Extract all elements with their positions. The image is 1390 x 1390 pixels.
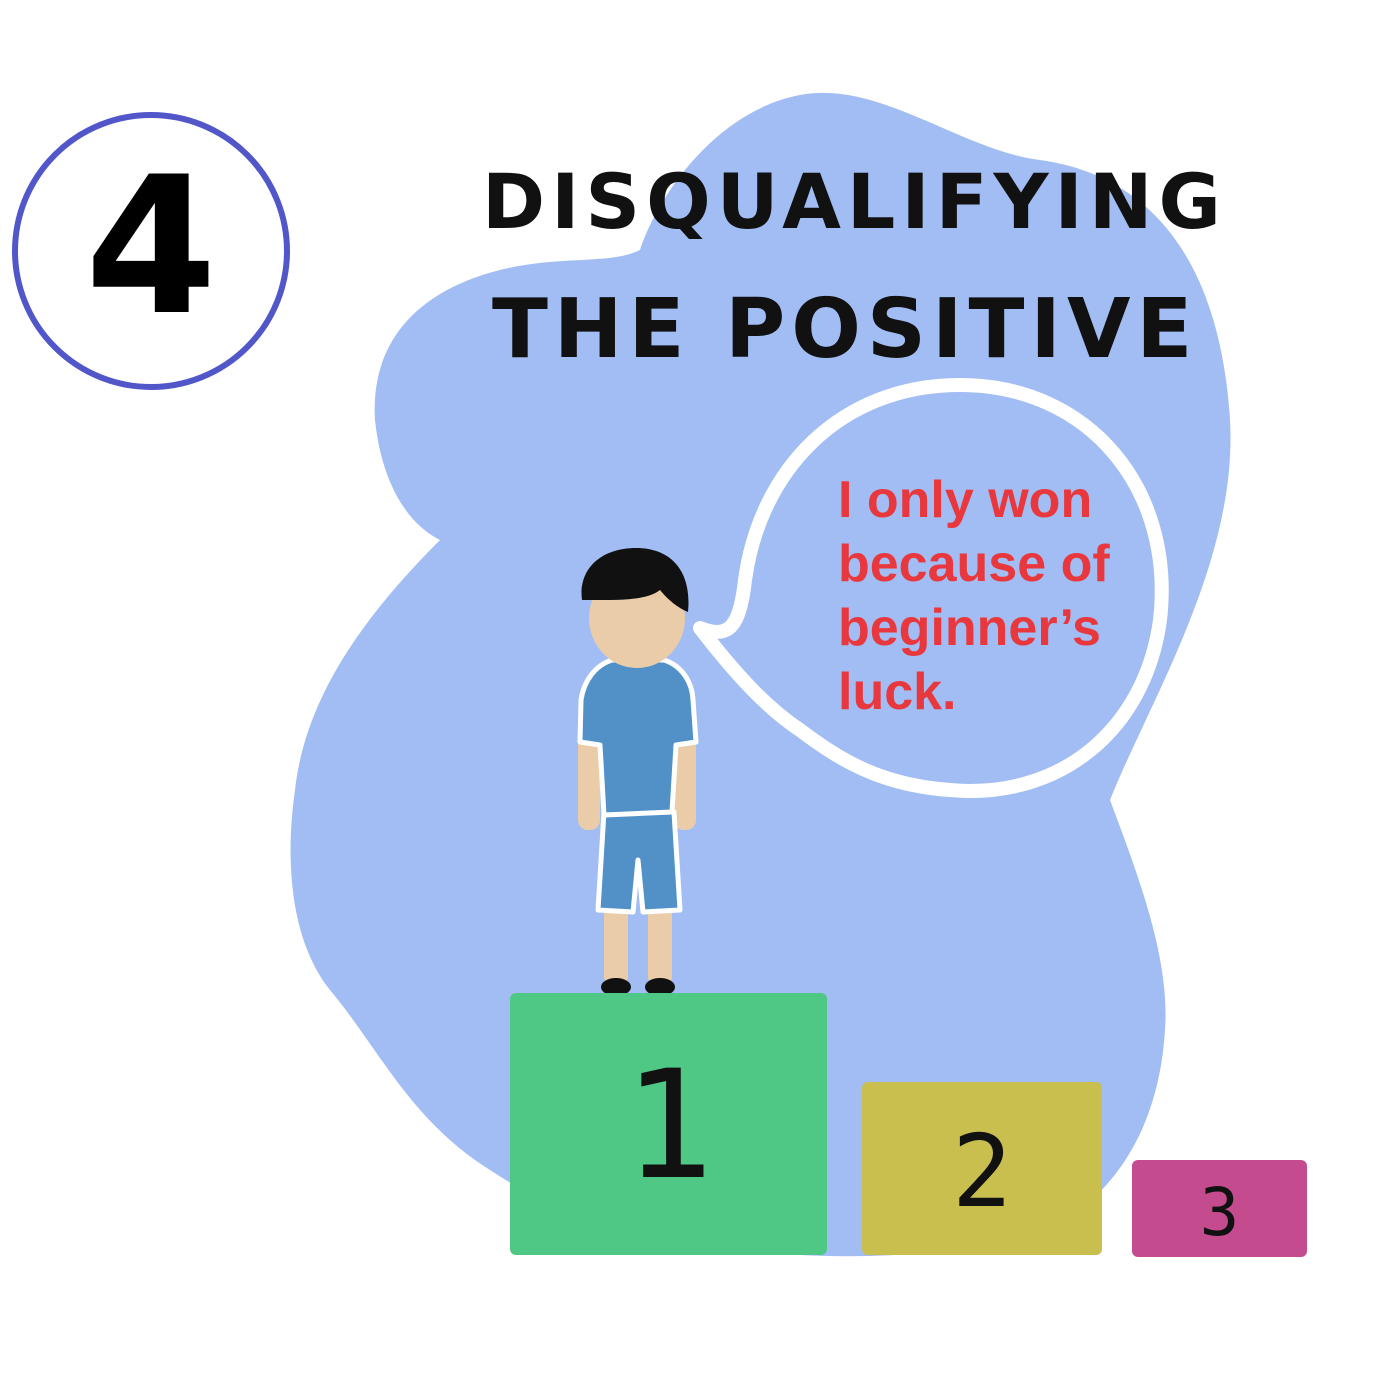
podium-second-label: 2 — [951, 1113, 1013, 1230]
shorts — [595, 809, 683, 915]
left-arm — [578, 735, 600, 830]
podium-third: 3 — [1132, 1160, 1307, 1257]
podium-second: 2 — [862, 1082, 1102, 1255]
illustration-canvas: 4 DISQUALIFYING THE POSITIVE I only won … — [0, 0, 1390, 1390]
podium-first-label: 1 — [623, 1039, 714, 1213]
podium-third-label: 3 — [1199, 1174, 1240, 1251]
podium-first: 1 — [510, 993, 827, 1255]
